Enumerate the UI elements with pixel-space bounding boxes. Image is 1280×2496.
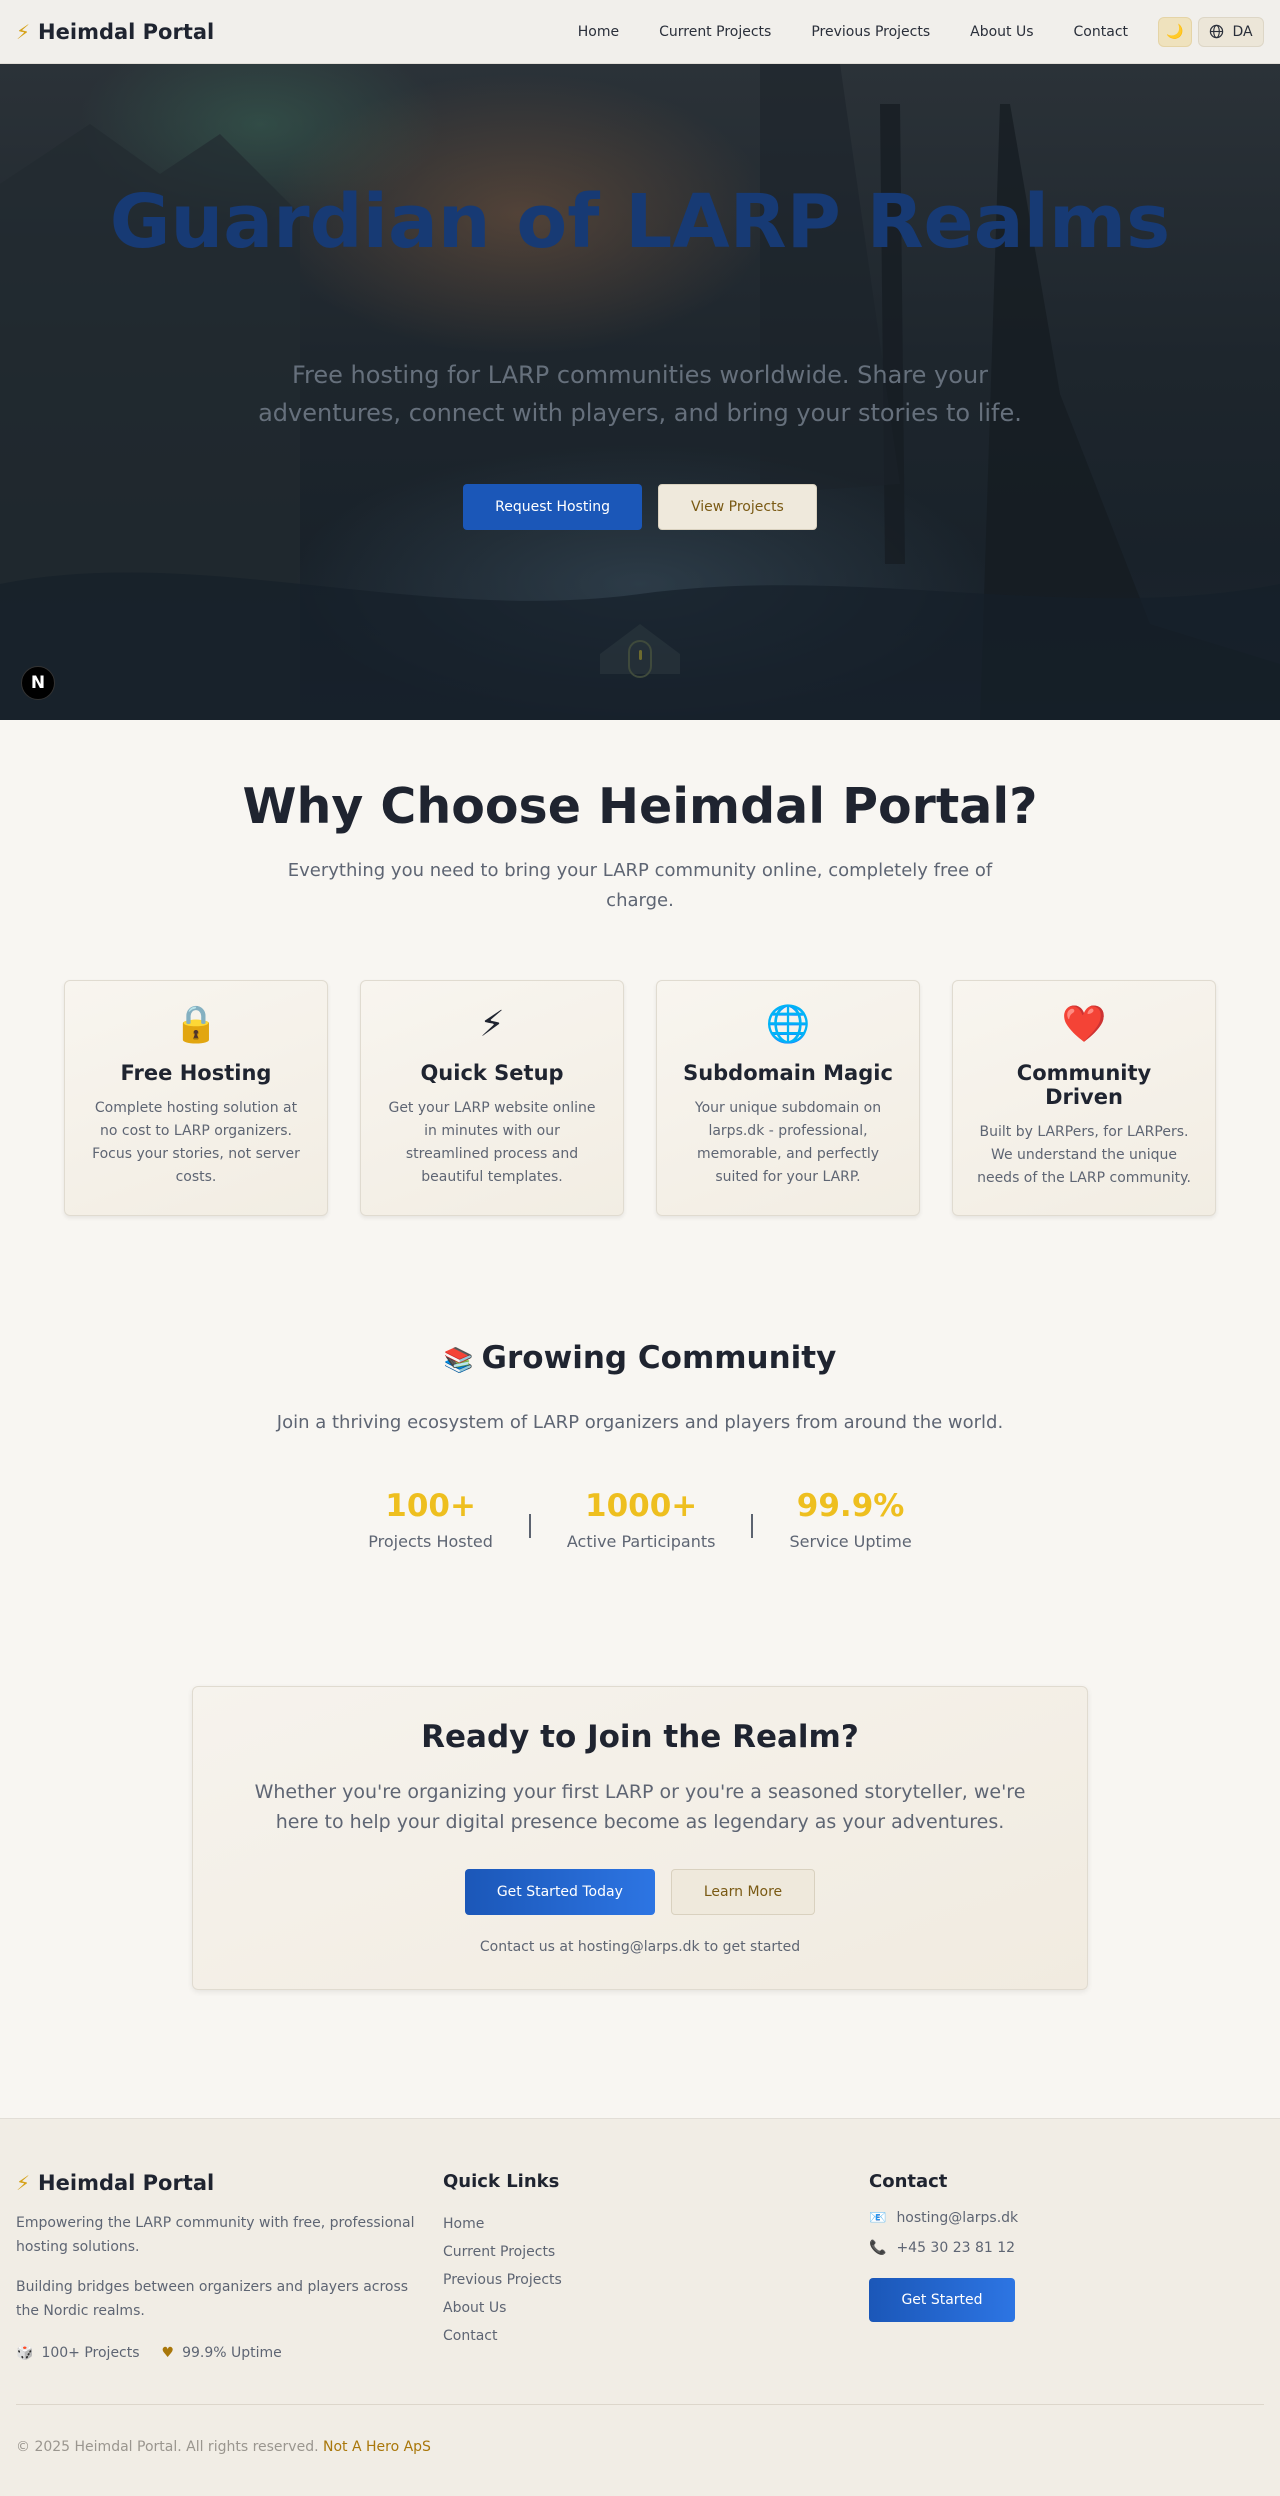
nav-link-current-projects[interactable]: Current Projects bbox=[639, 24, 791, 40]
learn-more-button[interactable]: Learn More bbox=[670, 1869, 816, 1915]
company-link[interactable]: Not A Hero ApS bbox=[323, 2439, 431, 2455]
feature-text: Your unique subdomain on larps.dk - prof… bbox=[694, 1100, 882, 1185]
footer-about: ⚡ Heimdal Portal Empowering the LARP com… bbox=[16, 2171, 426, 2361]
footer-link-home[interactable]: Home bbox=[443, 2210, 562, 2238]
community-title: 📚 Growing Community bbox=[0, 1340, 1280, 1376]
stat-value: 1000+ bbox=[585, 1488, 698, 1524]
nav-link-contact[interactable]: Contact bbox=[1054, 24, 1148, 40]
feature-title: Quick Setup bbox=[420, 1061, 564, 1085]
email-text: hosting@larps.dk bbox=[896, 2210, 1019, 2226]
phone-text: +45 30 23 81 12 bbox=[896, 2240, 1016, 2256]
footer-badge-uptime: ♥ 99.9% Uptime bbox=[162, 2345, 282, 2361]
feature-cards: 🔒 Free Hosting Complete hosting solution… bbox=[64, 980, 1216, 1216]
stat-projects-hosted: 100+ Projects Hosted bbox=[332, 1488, 529, 1551]
lightning-icon: ⚡ bbox=[479, 1004, 505, 1045]
brand-name: Heimdal Portal bbox=[38, 19, 215, 44]
dev-badge-icon[interactable]: N bbox=[21, 666, 55, 700]
nav-link-about-us[interactable]: About Us bbox=[950, 24, 1053, 40]
community-subtitle: Join a thriving ecosystem of LARP organi… bbox=[276, 1412, 1004, 1433]
lightning-icon: ⚡ bbox=[16, 2171, 31, 2195]
feature-card-community-driven: ❤️ Community Driven Built by LARPers, fo… bbox=[952, 980, 1216, 1216]
top-navbar: ⚡ Heimdal Portal Home Current Projects P… bbox=[0, 0, 1280, 64]
stat-label: Active Participants bbox=[566, 1532, 716, 1551]
stat-label: Projects Hosted bbox=[368, 1532, 493, 1551]
copyright-text: © 2025 Heimdal Portal. All rights reserv… bbox=[16, 2439, 319, 2455]
get-started-today-button[interactable]: Get Started Today bbox=[464, 1869, 655, 1915]
cta-card: Ready to Join the Realm? Whether you're … bbox=[192, 1686, 1088, 1990]
cta-title: Ready to Join the Realm? bbox=[421, 1719, 859, 1755]
hero-section: Guardian of LARP Realms Free hosting for… bbox=[0, 64, 1280, 720]
stat-value: 100+ bbox=[385, 1488, 476, 1524]
lock-icon: 🔒 bbox=[173, 1004, 219, 1045]
dice-icon: 🎲 bbox=[16, 2345, 34, 2361]
hero-subtitle: Free hosting for LARP communities worldw… bbox=[258, 361, 1022, 427]
heart-icon: ♥ bbox=[161, 2345, 175, 2361]
nav-link-home[interactable]: Home bbox=[558, 24, 639, 40]
stat-active-participants: 1000+ Active Participants bbox=[531, 1488, 752, 1551]
contact-heading: Contact bbox=[869, 2171, 948, 2192]
nav-links: Home Current Projects Previous Projects … bbox=[558, 16, 1264, 47]
globe-icon bbox=[1210, 24, 1224, 39]
community-stats: 100+ Projects Hosted 1000+ Active Partic… bbox=[0, 1488, 1280, 1551]
footer-copyright: © 2025 Heimdal Portal. All rights reserv… bbox=[16, 2439, 431, 2455]
footer-email[interactable]: 📧 hosting@larps.dk bbox=[869, 2210, 1018, 2226]
language-selector[interactable]: DA bbox=[1198, 16, 1264, 47]
lightning-icon: ⚡ bbox=[16, 19, 31, 44]
why-section-title: Why Choose Heimdal Portal? bbox=[242, 778, 1038, 835]
footer-link-about-us[interactable]: About Us bbox=[443, 2294, 562, 2322]
feature-card-quick-setup: ⚡ Quick Setup Get your LARP website onli… bbox=[360, 980, 624, 1216]
moon-icon: 🌙 bbox=[1166, 23, 1184, 40]
language-code: DA bbox=[1232, 23, 1253, 40]
community-title-text: Growing Community bbox=[481, 1340, 837, 1376]
request-hosting-button[interactable]: Request Hosting bbox=[463, 484, 642, 530]
footer-link-contact[interactable]: Contact bbox=[443, 2322, 562, 2350]
feature-title: Subdomain Magic bbox=[683, 1061, 893, 1085]
footer-phone[interactable]: 📞 +45 30 23 81 12 bbox=[869, 2240, 1018, 2256]
feature-title: Free Hosting bbox=[120, 1061, 272, 1085]
theme-toggle-button[interactable]: 🌙 bbox=[1158, 16, 1192, 47]
quick-links-heading: Quick Links bbox=[443, 2171, 560, 2192]
cta-subtitle: Whether you're organizing your first LAR… bbox=[254, 1781, 1026, 1833]
footer-badge-projects: 🎲 100+ Projects bbox=[16, 2345, 140, 2361]
cta-contact-note: Contact us at hosting@larps.dk to get st… bbox=[479, 1939, 801, 1955]
why-section-subtitle: Everything you need to bring your LARP c… bbox=[287, 860, 993, 911]
footer-description: Empowering the LARP community with free,… bbox=[16, 2215, 415, 2255]
footer-quick-links: Quick Links Home Current Projects Previo… bbox=[443, 2171, 562, 2350]
hero-title: Guardian of LARP Realms bbox=[109, 179, 1171, 265]
globe-icon: 🌐 bbox=[765, 1004, 811, 1045]
brand-logo[interactable]: ⚡ Heimdal Portal bbox=[16, 20, 214, 44]
feature-card-subdomain-magic: 🌐 Subdomain Magic Your unique subdomain … bbox=[656, 980, 920, 1216]
view-projects-button[interactable]: View Projects bbox=[657, 484, 817, 530]
footer-link-previous-projects[interactable]: Previous Projects bbox=[443, 2266, 562, 2294]
books-icon: 📚 bbox=[443, 1346, 474, 1374]
footer-link-current-projects[interactable]: Current Projects bbox=[443, 2238, 562, 2266]
footer-badges: 🎲 100+ Projects ♥ 99.9% Uptime bbox=[16, 2345, 426, 2361]
feature-card-free-hosting: 🔒 Free Hosting Complete hosting solution… bbox=[64, 980, 328, 1216]
footer-get-started-button[interactable]: Get Started bbox=[869, 2278, 1015, 2322]
footer-contact: Contact 📧 hosting@larps.dk 📞 +45 30 23 8… bbox=[869, 2171, 1018, 2322]
email-icon: 📧 bbox=[869, 2210, 887, 2226]
footer-brand[interactable]: ⚡ Heimdal Portal bbox=[16, 2171, 426, 2195]
footer-badge-label: 100+ Projects bbox=[41, 2345, 140, 2361]
hero-actions: Request Hosting View Projects bbox=[0, 484, 1280, 530]
footer-divider bbox=[16, 2404, 1264, 2405]
cta-actions: Get Started Today Learn More bbox=[193, 1869, 1087, 1915]
stat-service-uptime: 99.9% Service Uptime bbox=[753, 1488, 947, 1551]
footer: ⚡ Heimdal Portal Empowering the LARP com… bbox=[0, 2118, 1280, 2496]
footer-description: Building bridges between organizers and … bbox=[16, 2279, 409, 2319]
feature-text: Complete hosting solution at no cost to … bbox=[92, 1100, 300, 1185]
footer-brand-name: Heimdal Portal bbox=[38, 2171, 215, 2195]
stat-label: Service Uptime bbox=[789, 1532, 912, 1551]
stat-value: 99.9% bbox=[796, 1488, 905, 1524]
scroll-indicator-icon[interactable] bbox=[628, 640, 652, 678]
phone-icon: 📞 bbox=[869, 2240, 887, 2256]
feature-text: Built by LARPers, for LARPers. We unders… bbox=[977, 1124, 1191, 1186]
nav-link-previous-projects[interactable]: Previous Projects bbox=[791, 24, 950, 40]
footer-badge-label: 99.9% Uptime bbox=[182, 2345, 282, 2361]
feature-title: Community Driven bbox=[1016, 1061, 1152, 1109]
feature-text: Get your LARP website online in minutes … bbox=[388, 1100, 596, 1185]
heart-icon: ❤️ bbox=[1061, 1004, 1107, 1045]
